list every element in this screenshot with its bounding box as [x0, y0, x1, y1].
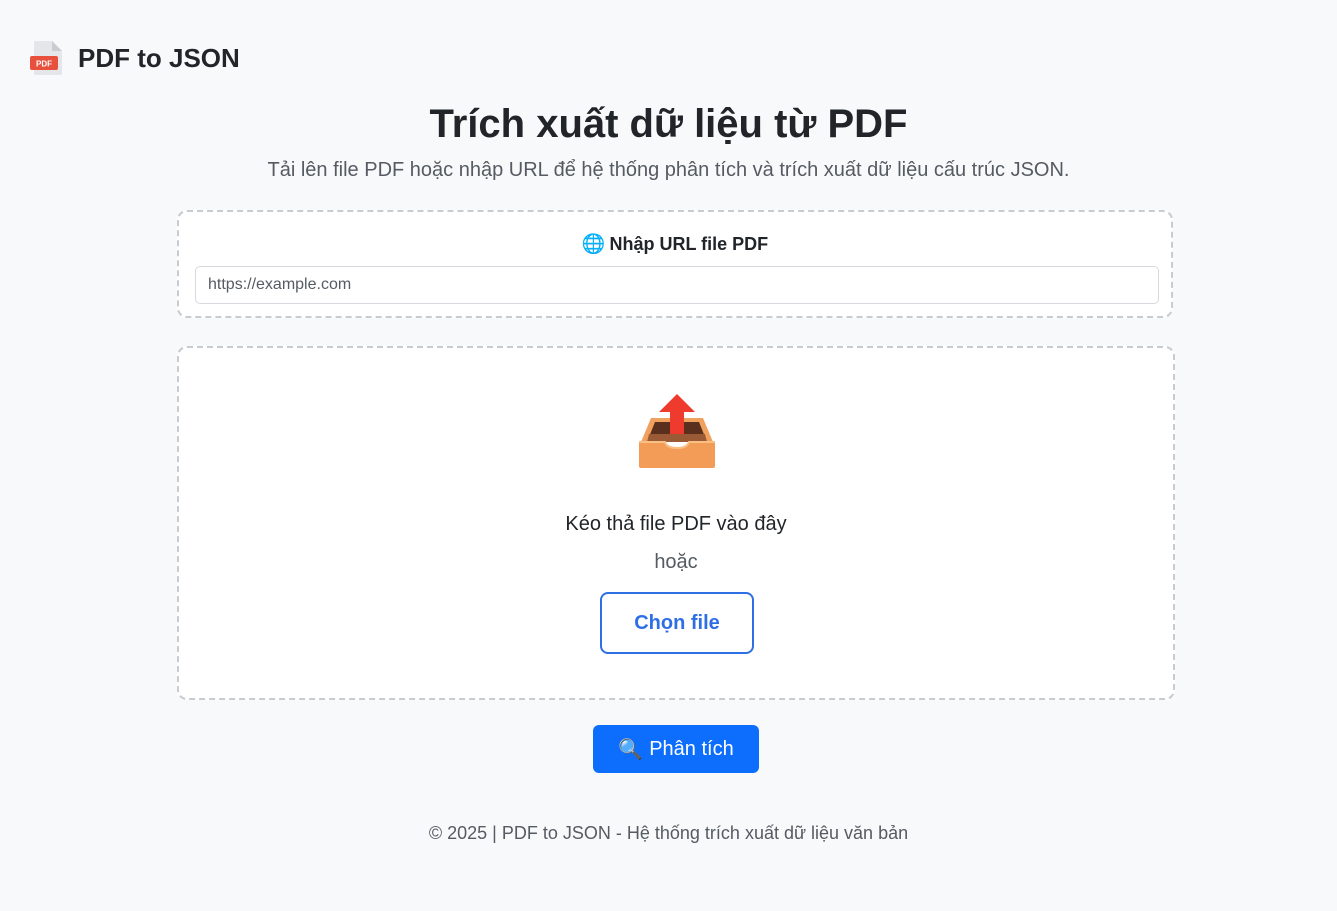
app-header: PDF PDF to JSON [30, 39, 240, 77]
drop-instruction: Kéo thả file PDF vào đây [565, 513, 787, 535]
file-drop-zone[interactable]: Kéo thả file PDF vào đây hoặc Chọn file [177, 346, 1175, 700]
search-icon: 🔍 [618, 738, 644, 761]
url-input[interactable] [195, 266, 1159, 304]
pdf-file-icon: PDF [30, 39, 64, 77]
url-label: Nhập URL file PDF [609, 234, 769, 254]
url-section: 🌐 Nhập URL file PDF [177, 210, 1173, 318]
pdf-badge-label: PDF [36, 60, 52, 69]
analyze-button[interactable]: 🔍 Phân tích [593, 725, 759, 773]
globe-icon: 🌐 [581, 234, 606, 255]
or-separator: hoặc [654, 551, 698, 573]
choose-file-button[interactable]: Chọn file [600, 592, 754, 654]
page-subtitle: Tải lên file PDF hoặc nhập URL để hệ thố… [267, 159, 1070, 181]
inbox-upload-icon [637, 390, 717, 470]
analyze-button-label: Phân tích [649, 737, 734, 760]
url-section-heading: 🌐 Nhập URL file PDF [179, 233, 1171, 256]
footer-text: © 2025 | PDF to JSON - Hệ thống trích xu… [428, 823, 909, 843]
brand-title: PDF to JSON [78, 43, 240, 73]
page-title: Trích xuất dữ liệu từ PDF [429, 102, 908, 146]
